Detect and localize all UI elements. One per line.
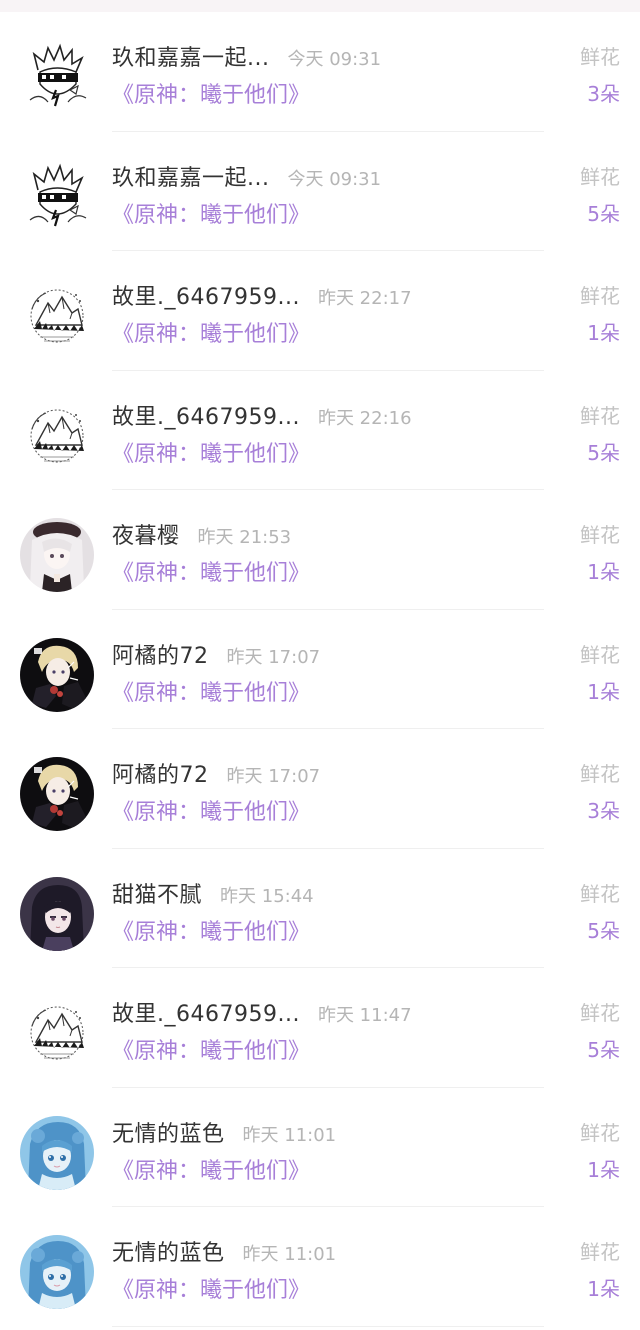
user-name[interactable]: 夜暮樱 [112,518,180,550]
gift-type: 鲜花 [580,45,620,69]
user-line: 阿橘的72 昨天 17:07 [112,638,320,670]
user-line: 无情的蓝色 昨天 11:01 [112,1116,336,1148]
user-line: 故里._6467959... 昨天 22:17 [112,279,412,311]
user-line: 玖和嘉嘉一起... 今天 09:31 [112,40,381,72]
user-line: 故里._6467959... 昨天 22:16 [112,399,412,431]
gift-count: 1朵 [587,560,620,584]
gift-record-list: 玖和嘉嘉一起... 今天 09:31 《原神：曦于他们》 鲜花 3朵 玖和嘉嘉一… [0,12,640,1327]
mountain-sketch-avatar-icon[interactable] [20,399,94,473]
user-name[interactable]: 玖和嘉嘉一起... [112,40,269,72]
blue-hair-girl-avatar-icon[interactable] [20,1235,94,1309]
user-name[interactable]: 无情的蓝色 [112,1116,225,1148]
list-item[interactable]: 玖和嘉嘉一起... 今天 09:31 《原神：曦于他们》 鲜花 5朵 [0,132,640,251]
user-name[interactable]: 阿橘的72 [112,757,209,789]
book-title[interactable]: 《原神：曦于他们》 [112,1272,310,1304]
timestamp: 今天 09:31 [287,49,382,70]
list-item[interactable]: 玖和嘉嘉一起... 今天 09:31 《原神：曦于他们》 鲜花 3朵 [0,12,640,132]
gift-type: 鲜花 [580,642,620,667]
book-title[interactable]: 《原神：曦于他们》 [112,1153,310,1185]
gift-type: 鲜花 [580,403,620,428]
user-line: 夜暮樱 昨天 21:53 [112,518,291,550]
sketch-boy-avatar-icon[interactable] [20,40,94,114]
user-name[interactable]: 甜猫不腻 [112,877,202,909]
list-item[interactable]: 甜猫不腻 昨天 15:44 《原神：曦于他们》 鲜花 5朵 [0,849,640,968]
timestamp: 昨天 15:44 [220,885,314,907]
divider [112,1325,544,1327]
list-item[interactable]: 阿橘的72 昨天 17:07 《原神：曦于他们》 鲜花 3朵 [0,729,640,849]
book-title[interactable]: 《原神：曦于他们》 [112,1033,310,1065]
gift-count: 1朵 [587,1277,620,1301]
mountain-sketch-avatar-icon[interactable] [20,279,94,353]
timestamp: 昨天 22:17 [317,288,412,309]
dark-hair-girl-avatar-icon[interactable] [20,877,94,951]
list-item[interactable]: 无情的蓝色 昨天 11:01 《原神：曦于他们》 鲜花 1朵 [0,1207,640,1327]
user-name[interactable]: 玖和嘉嘉一起... [112,160,269,192]
gift-count: 1朵 [587,1157,620,1182]
list-item[interactable]: 夜暮樱 昨天 21:53 《原神：曦于他们》 鲜花 1朵 [0,490,640,610]
user-name[interactable]: 无情的蓝色 [112,1235,225,1267]
list-item[interactable]: 故里._6467959... 昨天 22:16 《原神：曦于他们》 鲜花 5朵 [0,371,640,490]
gift-type: 鲜花 [580,881,620,906]
user-name[interactable]: 故里._6467959... [112,996,300,1028]
gift-type: 鲜花 [580,523,620,547]
gift-count: 3朵 [587,82,620,106]
user-line: 甜猫不腻 昨天 15:44 [112,877,314,909]
book-title[interactable]: 《原神：曦于他们》 [112,794,310,826]
mountain-sketch-avatar-icon[interactable] [20,996,94,1070]
list-item[interactable]: 故里._6467959... 昨天 11:47 《原神：曦于他们》 鲜花 5朵 [0,968,640,1088]
list-item[interactable]: 故里._6467959... 昨天 22:17 《原神：曦于他们》 鲜花 1朵 [0,251,640,371]
gift-type: 鲜花 [580,1240,620,1264]
gift-count: 1朵 [587,679,620,704]
gift-count: 5朵 [587,201,620,226]
white-hair-girl-avatar-icon[interactable] [20,518,94,592]
user-line: 玖和嘉嘉一起... 今天 09:31 [112,160,381,192]
book-title[interactable]: 《原神：曦于他们》 [112,77,310,109]
timestamp: 昨天 21:53 [197,527,292,548]
gift-type: 鲜花 [580,1001,620,1025]
sketch-boy-avatar-icon[interactable] [20,160,94,234]
user-name[interactable]: 阿橘的72 [112,638,209,670]
gift-count: 5朵 [587,440,620,465]
gift-type: 鲜花 [580,284,620,308]
book-title[interactable]: 《原神：曦于他们》 [112,555,310,587]
user-name[interactable]: 故里._6467959... [112,279,300,311]
gift-count: 1朵 [587,321,620,345]
book-title[interactable]: 《原神：曦于他们》 [112,675,310,707]
user-name[interactable]: 故里._6467959... [112,399,300,431]
timestamp: 昨天 17:07 [226,646,321,668]
blonde-boy-avatar-icon[interactable] [20,638,94,712]
timestamp: 昨天 22:16 [317,407,412,429]
gift-type: 鲜花 [580,1120,620,1145]
gift-type: 鲜花 [580,762,620,786]
timestamp: 今天 09:31 [287,168,382,190]
user-line: 阿橘的72 昨天 17:07 [112,757,320,789]
timestamp: 昨天 17:07 [226,766,321,787]
gift-count: 5朵 [587,918,620,943]
list-item[interactable]: 无情的蓝色 昨天 11:01 《原神：曦于他们》 鲜花 1朵 [0,1088,640,1207]
top-strip [0,0,640,12]
blue-hair-girl-avatar-icon[interactable] [20,1116,94,1190]
timestamp: 昨天 11:01 [242,1124,337,1146]
timestamp: 昨天 11:47 [317,1005,412,1026]
user-line: 无情的蓝色 昨天 11:01 [112,1235,336,1267]
blonde-boy-avatar-icon[interactable] [20,757,94,831]
book-title[interactable]: 《原神：曦于他们》 [112,914,310,946]
book-title[interactable]: 《原神：曦于他们》 [112,436,310,468]
gift-type: 鲜花 [580,164,620,189]
book-title[interactable]: 《原神：曦于他们》 [112,316,310,348]
gift-count: 5朵 [587,1038,620,1062]
book-title[interactable]: 《原神：曦于他们》 [112,197,310,229]
timestamp: 昨天 11:01 [242,1244,337,1265]
user-line: 故里._6467959... 昨天 11:47 [112,996,412,1028]
list-item[interactable]: 阿橘的72 昨天 17:07 《原神：曦于他们》 鲜花 1朵 [0,610,640,729]
gift-count: 3朵 [587,799,620,823]
